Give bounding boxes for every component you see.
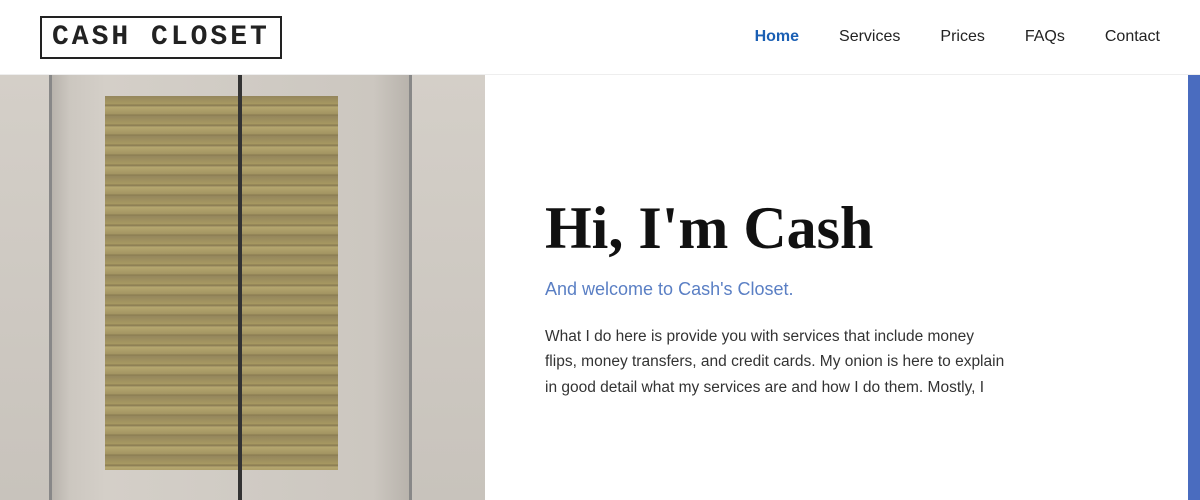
hero-title: Hi, I'm Cash: [545, 195, 1140, 261]
closet-divider: [238, 75, 242, 500]
main-nav: Home Services Prices FAQs Contact: [755, 28, 1160, 46]
hero-image-panel: [0, 75, 485, 500]
hero-content: Hi, I'm Cash And welcome to Cash's Close…: [485, 75, 1200, 500]
logo-text: CASH CLOSET: [40, 16, 282, 59]
nav-home[interactable]: Home: [755, 28, 799, 46]
nav-faqs[interactable]: FAQs: [1025, 28, 1065, 46]
hero-subtitle: And welcome to Cash's Closet.: [545, 279, 1140, 300]
closet-image: [0, 75, 485, 500]
scrollbar-accent[interactable]: [1188, 75, 1200, 500]
door-frame: [49, 75, 413, 500]
hero-body: What I do here is provide you with servi…: [545, 324, 1005, 401]
header: CASH CLOSET Home Services Prices FAQs Co…: [0, 0, 1200, 75]
nav-services[interactable]: Services: [839, 28, 900, 46]
nav-contact[interactable]: Contact: [1105, 28, 1160, 46]
nav-prices[interactable]: Prices: [940, 28, 984, 46]
main-content: Hi, I'm Cash And welcome to Cash's Close…: [0, 75, 1200, 500]
logo: CASH CLOSET: [40, 16, 282, 59]
cash-stacks: [105, 96, 338, 470]
